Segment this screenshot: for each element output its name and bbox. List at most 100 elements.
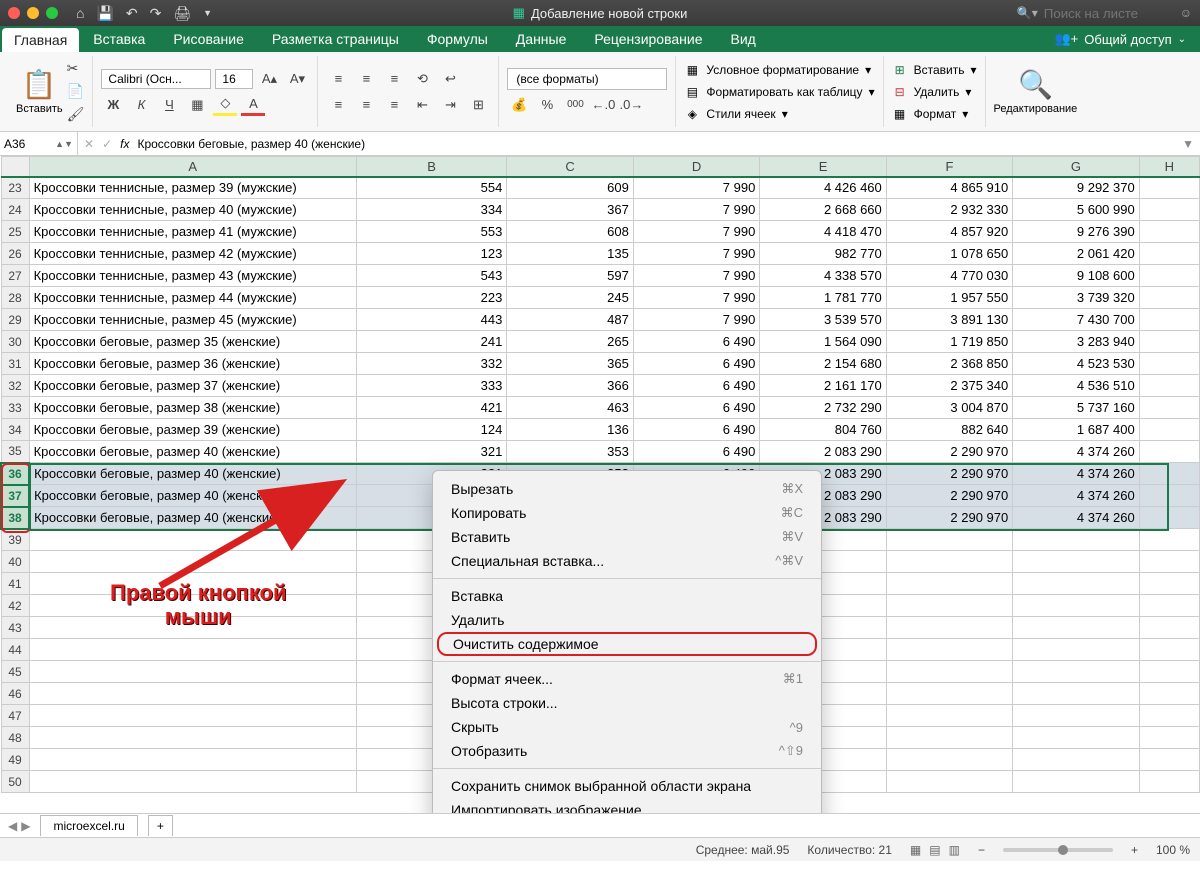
- row-header[interactable]: 32: [1, 375, 29, 397]
- ctx-cut[interactable]: Вырезать⌘X: [433, 477, 821, 501]
- cell[interactable]: 7 990: [633, 243, 759, 265]
- fx-icon[interactable]: fx: [120, 137, 129, 151]
- cell[interactable]: [886, 771, 1012, 793]
- smiley-icon[interactable]: ☺: [1180, 6, 1192, 20]
- row-header[interactable]: 23: [1, 177, 29, 199]
- delete-cells-button[interactable]: ⊟Удалить ▾: [892, 83, 977, 101]
- cell[interactable]: 597: [507, 265, 633, 287]
- cell[interactable]: 4 418 470: [760, 221, 886, 243]
- cell[interactable]: 9 276 390: [1013, 221, 1139, 243]
- close-window-button[interactable]: [8, 7, 20, 19]
- align-left-icon[interactable]: ≡: [326, 94, 350, 116]
- cell[interactable]: Кроссовки беговые, размер 37 (женские): [29, 375, 356, 397]
- tab-layout[interactable]: Разметка страницы: [258, 26, 413, 52]
- cell[interactable]: Кроссовки беговые, размер 38 (женские): [29, 397, 356, 419]
- cell[interactable]: 6 490: [633, 331, 759, 353]
- copy-icon[interactable]: 📄: [67, 83, 85, 100]
- cell[interactable]: 1 564 090: [760, 331, 886, 353]
- tab-review[interactable]: Рецензирование: [580, 26, 716, 52]
- formula-text[interactable]: Кроссовки беговые, размер 40 (женские): [137, 137, 365, 151]
- cell[interactable]: [1139, 221, 1199, 243]
- font-name-select[interactable]: Calibri (Осн...: [101, 69, 211, 89]
- cell[interactable]: 2 290 970: [886, 507, 1012, 529]
- format-as-table-button[interactable]: ▤Форматировать как таблицу ▾: [684, 83, 874, 101]
- cell[interactable]: [886, 639, 1012, 661]
- italic-button[interactable]: К: [129, 94, 153, 116]
- align-right-icon[interactable]: ≡: [382, 94, 406, 116]
- cell[interactable]: 7 990: [633, 309, 759, 331]
- cell[interactable]: [1139, 507, 1199, 529]
- cell[interactable]: 136: [507, 419, 633, 441]
- col-header-G[interactable]: G: [1013, 157, 1139, 177]
- cell[interactable]: [1013, 683, 1139, 705]
- paste-button[interactable]: 📋 Вставить: [16, 68, 63, 115]
- cancel-formula-icon[interactable]: ✕: [84, 137, 94, 151]
- ctx-insert[interactable]: Вставка: [433, 584, 821, 608]
- cell[interactable]: [1013, 551, 1139, 573]
- cell[interactable]: 2 061 420: [1013, 243, 1139, 265]
- spreadsheet-grid[interactable]: ABCDEFGH23Кроссовки теннисные, размер 39…: [0, 156, 1200, 813]
- ctx-unhide[interactable]: Отобразить^⇧9: [433, 739, 821, 763]
- cell[interactable]: [886, 595, 1012, 617]
- cell[interactable]: Кроссовки беговые, размер 40 (женские): [29, 441, 356, 463]
- cell[interactable]: [1139, 727, 1199, 749]
- name-box[interactable]: A36▲▼: [0, 132, 78, 155]
- cell[interactable]: 982 770: [760, 243, 886, 265]
- cell[interactable]: 123: [356, 243, 507, 265]
- cell[interactable]: 2 290 970: [886, 463, 1012, 485]
- col-header-C[interactable]: C: [507, 157, 633, 177]
- share-button[interactable]: 👥+ Общий доступ ⌄: [1040, 26, 1200, 52]
- cell[interactable]: [29, 661, 356, 683]
- cell[interactable]: [1139, 551, 1199, 573]
- cell[interactable]: 1 957 550: [886, 287, 1012, 309]
- cell[interactable]: [1013, 771, 1139, 793]
- font-color-button[interactable]: A: [241, 94, 265, 116]
- cell[interactable]: 2 932 330: [886, 199, 1012, 221]
- cell[interactable]: [886, 529, 1012, 551]
- cell[interactable]: [1139, 705, 1199, 727]
- sheet-nav-next-icon[interactable]: ▶: [21, 819, 30, 833]
- cell[interactable]: 4 857 920: [886, 221, 1012, 243]
- format-button[interactable]: ▦Формат ▾: [892, 105, 977, 123]
- qat-dropdown-icon[interactable]: ▼: [203, 8, 212, 18]
- row-header[interactable]: 43: [1, 617, 29, 639]
- row-header[interactable]: 42: [1, 595, 29, 617]
- row-header[interactable]: 31: [1, 353, 29, 375]
- cell[interactable]: [1139, 331, 1199, 353]
- cell[interactable]: 4 770 030: [886, 265, 1012, 287]
- percent-icon[interactable]: %: [535, 94, 559, 116]
- undo-icon[interactable]: ↶: [126, 5, 138, 22]
- row-header[interactable]: 41: [1, 573, 29, 595]
- cell[interactable]: 334: [356, 199, 507, 221]
- cell[interactable]: 7 990: [633, 177, 759, 199]
- col-header-D[interactable]: D: [633, 157, 759, 177]
- zoom-slider[interactable]: [1003, 848, 1113, 852]
- cell[interactable]: [1139, 309, 1199, 331]
- view-page-layout-icon[interactable]: ▤: [929, 843, 940, 857]
- zoom-level[interactable]: 100 %: [1156, 843, 1190, 857]
- align-top-icon[interactable]: ≡: [326, 68, 350, 90]
- cell[interactable]: [1013, 727, 1139, 749]
- cell-styles-button[interactable]: ◈Стили ячеек ▾: [684, 105, 874, 123]
- cell[interactable]: 7 990: [633, 199, 759, 221]
- row-header[interactable]: 40: [1, 551, 29, 573]
- ctx-import-image[interactable]: Импортировать изображение: [433, 798, 821, 813]
- cell[interactable]: [1139, 441, 1199, 463]
- cell[interactable]: [1139, 639, 1199, 661]
- fill-color-button[interactable]: ◇: [213, 94, 237, 116]
- cell[interactable]: 2 375 340: [886, 375, 1012, 397]
- cell[interactable]: [29, 683, 356, 705]
- col-header-H[interactable]: H: [1139, 157, 1199, 177]
- ctx-paste-special[interactable]: Специальная вставка...^⌘V: [433, 549, 821, 573]
- underline-button[interactable]: Ч: [157, 94, 181, 116]
- cell[interactable]: [1139, 749, 1199, 771]
- cell[interactable]: [1139, 287, 1199, 309]
- cell[interactable]: 6 490: [633, 441, 759, 463]
- row-header[interactable]: 29: [1, 309, 29, 331]
- select-all-corner[interactable]: [1, 157, 29, 177]
- cell[interactable]: 3 004 870: [886, 397, 1012, 419]
- cut-icon[interactable]: ✂: [67, 60, 85, 77]
- col-header-A[interactable]: A: [29, 157, 356, 177]
- ctx-clear-contents[interactable]: Очистить содержимое: [437, 632, 817, 656]
- cell[interactable]: 9 108 600: [1013, 265, 1139, 287]
